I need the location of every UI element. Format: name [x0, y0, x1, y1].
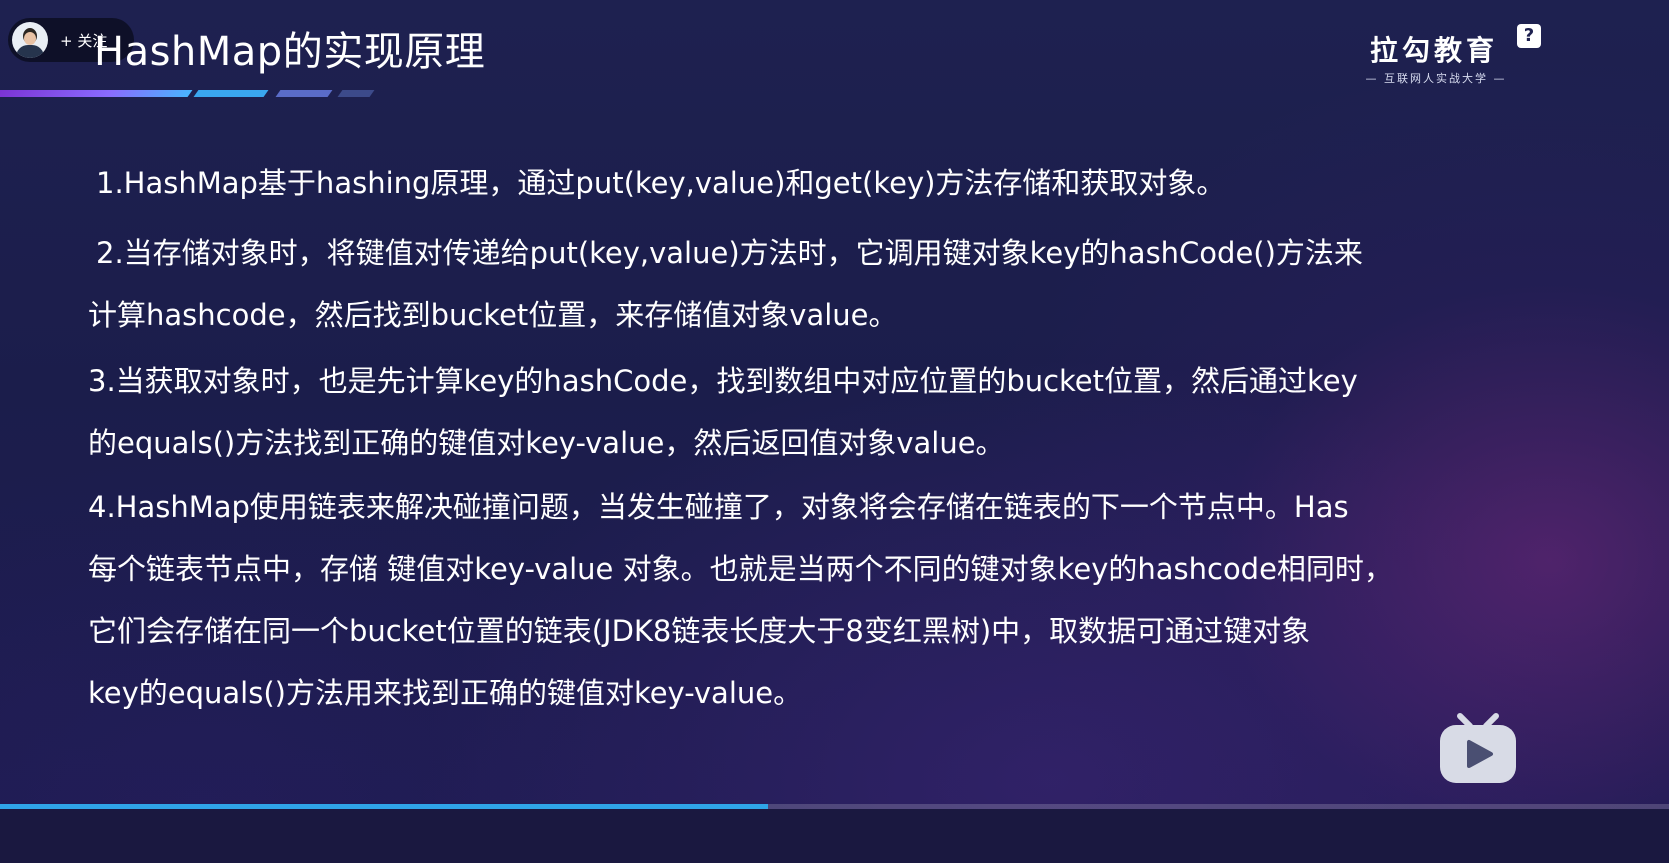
- uploader-avatar[interactable]: [12, 22, 48, 58]
- brand-logo-tagline: — 互联网人实战大学 —: [1365, 72, 1507, 85]
- slide-paragraph-2: 2.当存储对象时，将键值对传递给put(key,value)方法时，它调用键对象…: [88, 222, 1363, 346]
- bilibili-tv-icon[interactable]: [1438, 712, 1518, 786]
- title-underline-decoration: [0, 90, 390, 98]
- player-bottom-bar: [0, 809, 1669, 863]
- paragraph-line: 计算hashcode，然后找到bucket位置，来存储值对象value。: [88, 298, 898, 332]
- slide-paragraph-4: 4.HashMap使用链表来解决碰撞问题，当发生碰撞了，对象将会存储在链表的下一…: [88, 476, 1393, 724]
- paragraph-line: key的equals()方法用来找到正确的键值对key-value。: [88, 676, 803, 710]
- paragraph-line: 4.HashMap使用链表来解决碰撞问题，当发生碰撞了，对象将会存储在链表的下一…: [88, 490, 1349, 524]
- paragraph-line: 它们会存储在同一个bucket位置的链表(JDK8链表长度大于8变红黑树)中，取…: [88, 614, 1311, 648]
- slide-title: HashMap的实现原理: [94, 29, 486, 75]
- video-progress-bar[interactable]: [0, 804, 1669, 809]
- video-progress-fill: [0, 804, 768, 809]
- help-icon[interactable]: ?: [1517, 24, 1541, 48]
- paragraph-line: 3.当获取对象时，也是先计算key的hashCode，找到数组中对应位置的buc…: [88, 364, 1358, 398]
- paragraph-line: 2.当存储对象时，将键值对传递给put(key,value)方法时，它调用键对象…: [96, 236, 1363, 270]
- slide-paragraph-3: 3.当获取对象时，也是先计算key的hashCode，找到数组中对应位置的buc…: [88, 350, 1358, 474]
- paragraph-line: 的equals()方法找到正确的键值对key-value，然后返回值对象valu…: [88, 426, 1005, 460]
- paragraph-line: 1.HashMap基于hashing原理，通过put(key,value)和ge…: [96, 166, 1226, 200]
- video-frame: + 关注 HashMap的实现原理 拉勾教育 — 互联网人实战大学 — ? 1.…: [0, 0, 1669, 863]
- paragraph-line: 每个链表节点中，存储 键值对key-value 对象。也就是当两个不同的键对象k…: [88, 552, 1393, 586]
- brand-logo-name: 拉勾教育: [1370, 34, 1499, 67]
- slide-paragraph-1: 1.HashMap基于hashing原理，通过put(key,value)和ge…: [96, 152, 1225, 214]
- brand-logo: 拉勾教育 — 互联网人实战大学 —: [1360, 34, 1512, 90]
